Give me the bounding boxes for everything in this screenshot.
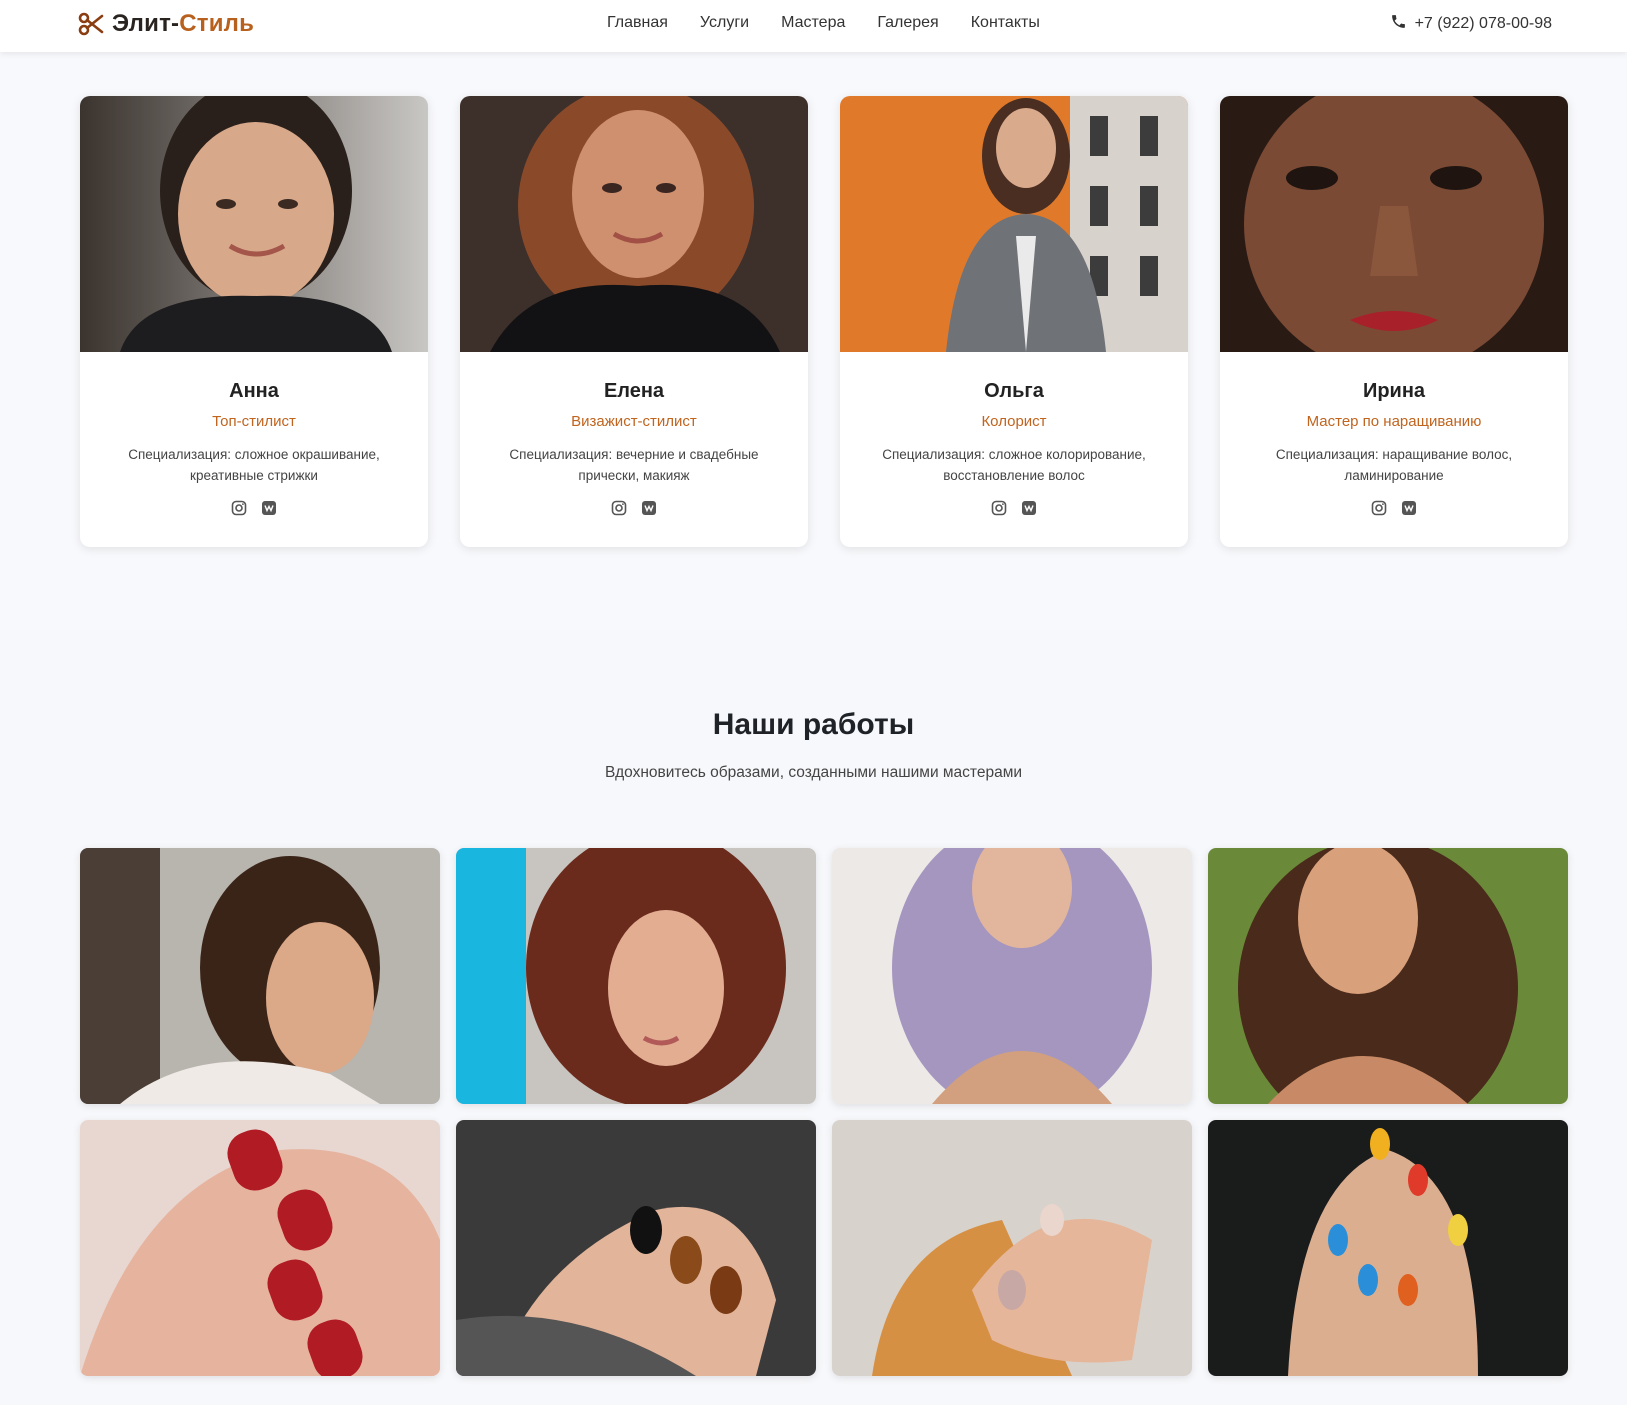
master-card: Ирина Мастер по наращиванию Специализаци… [1220,96,1568,547]
section-title: Наши работы [712,708,915,741]
vk-icon[interactable] [1021,500,1037,516]
vk-icon[interactable] [1401,500,1417,516]
instagram-icon[interactable] [611,500,627,516]
master-specialization: Специализация: вечерние и свадебные прич… [509,447,759,483]
gallery-image[interactable] [456,1120,816,1376]
main-nav: Главная Услуги Мастера Галерея Контакты [607,14,1040,32]
master-card: Ольга Колорист Специализация: сложное ко… [840,96,1188,547]
master-name: Елена [603,380,665,402]
nav-item-services[interactable]: Услуги [700,14,749,32]
instagram-icon[interactable] [1371,500,1387,516]
master-socials [840,500,1188,516]
vk-icon[interactable] [261,500,277,516]
logo[interactable]: Элит-Стиль [78,9,254,39]
phone-number: +7 (922) 078-00-98 [1414,15,1552,32]
nav-item-home[interactable]: Главная [607,14,668,32]
master-photo [460,96,808,352]
vk-icon[interactable] [641,500,657,516]
master-name: Ирина [1362,380,1426,402]
master-name: Ольга [984,380,1044,402]
logo-text-part2: Стиль [179,10,255,37]
master-role: Визажист-стилист [571,413,697,430]
master-role: Мастер по наращиванию [1306,413,1482,430]
gallery-image[interactable] [832,1120,1192,1376]
master-photo [80,96,428,352]
master-role: Топ-стилист [212,413,296,430]
logo-text-part1: Элит- [112,10,180,37]
scissors-icon [78,11,104,37]
master-card: Анна Топ-стилист Специализация: сложное … [80,96,428,547]
header-phone[interactable]: +7 (922) 078-00-98 [1390,13,1552,35]
section-subtitle: Вдохновитесь образами, созданными нашими… [604,764,1023,781]
master-specialization: Специализация: сложное окрашивание, креа… [128,447,380,483]
instagram-icon[interactable] [991,500,1007,516]
master-card: Елена Визажист-стилист Специализация: ве… [460,96,808,547]
master-specialization: Специализация: наращивание волос, ламини… [1275,447,1513,483]
gallery-image[interactable] [1208,848,1568,1104]
gallery-image[interactable] [1208,1120,1568,1376]
gallery-image[interactable] [456,848,816,1104]
master-photo [840,96,1188,352]
nav-item-contacts[interactable]: Контакты [971,14,1040,32]
master-role: Колорист [981,413,1047,430]
gallery-image[interactable] [832,848,1192,1104]
nav-item-masters[interactable]: Мастера [781,14,845,32]
gallery-image[interactable] [80,848,440,1104]
master-socials [80,500,428,516]
site-header: Элит-Стиль Главная Услуги Мастера Галере… [0,0,1627,52]
masters-list: Анна Топ-стилист Специализация: сложное … [80,96,1568,547]
instagram-icon[interactable] [231,500,247,516]
gallery-grid [80,848,1568,1376]
master-socials [460,500,808,516]
master-name: Анна [229,380,279,402]
master-specialization: Специализация: сложное колорирование, во… [882,447,1146,483]
nav-item-gallery[interactable]: Галерея [877,14,938,32]
phone-icon [1390,13,1407,35]
master-photo [1220,96,1568,352]
master-socials [1220,500,1568,516]
gallery-image[interactable] [80,1120,440,1376]
